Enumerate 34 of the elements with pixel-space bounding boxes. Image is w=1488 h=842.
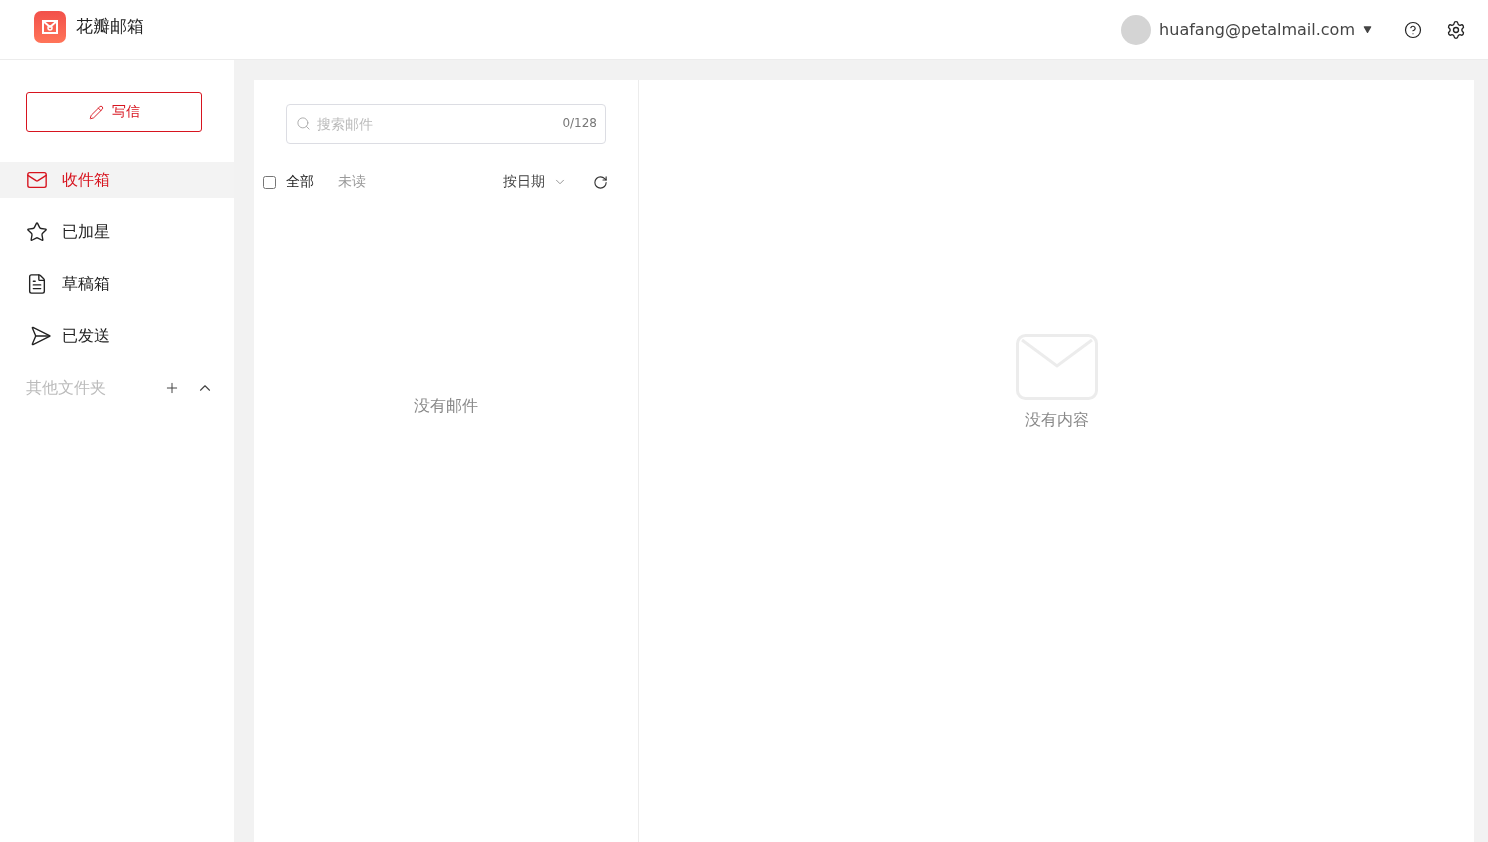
sidebar-item-label: 已发送 [62,325,110,347]
account-menu[interactable]: huafang@petalmail.com [1121,14,1372,45]
sidebar-item[interactable]: 已加星 [0,214,234,250]
avatar-icon [1121,14,1152,45]
empty-content-text: 没有内容 [1024,410,1089,431]
dropdown-caret-icon [1363,25,1372,34]
refresh-icon [593,174,608,190]
filter-tab[interactable]: 全部 [286,173,314,191]
plus-icon [164,380,180,396]
add-folder-button[interactable] [164,380,180,396]
star-icon [26,221,48,243]
app-name: 花瓣邮箱 [76,15,144,38]
compose-button[interactable]: 写信 [26,92,202,132]
sidebar-item-label: 草稿箱 [62,273,110,295]
logo-icon [34,10,66,43]
help-icon [1404,20,1422,39]
settings-icon [1446,19,1466,40]
section-label: 其他文件夹 [26,377,107,399]
sidebar-item-label: 收件箱 [62,169,110,191]
document-icon [26,273,48,295]
sort-dropdown[interactable]: 按日期 [503,173,567,191]
select-all-checkbox[interactable] [263,175,276,189]
sidebar-item[interactable]: 草稿箱 [0,266,234,302]
search-icon [296,116,311,131]
envelope-icon [26,169,48,191]
sidebar-item[interactable]: 收件箱 [0,162,234,198]
help-button[interactable] [1404,20,1422,39]
settings-button[interactable] [1446,19,1466,40]
character-counter: 0/128 [562,116,597,130]
sidebar-item-label: 已加星 [62,221,110,243]
empty-list-text: 没有邮件 [414,396,478,417]
sidebar-item[interactable]: 已发送 [0,318,234,354]
refresh-button[interactable] [593,174,608,190]
pencil-icon [88,104,104,120]
